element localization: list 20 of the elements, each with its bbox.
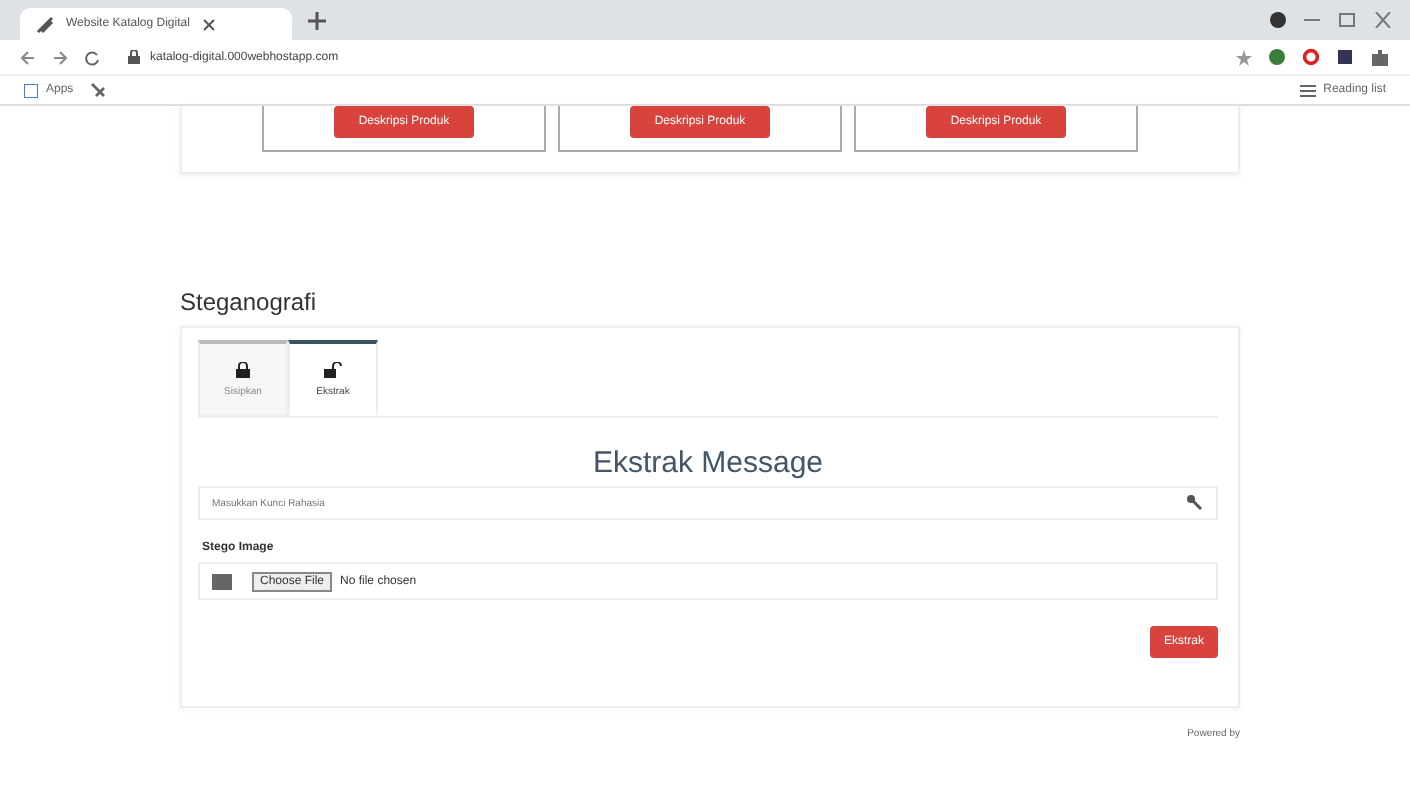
close-icon[interactable] bbox=[201, 17, 216, 31]
maximize-icon[interactable] bbox=[1338, 12, 1358, 28]
section-title: Steganografi bbox=[180, 288, 319, 316]
list-icon bbox=[1299, 83, 1316, 97]
back-icon[interactable] bbox=[20, 49, 36, 65]
star-icon[interactable] bbox=[1236, 49, 1252, 65]
page-icon bbox=[36, 15, 54, 33]
image-icon bbox=[212, 573, 232, 589]
key-icon bbox=[1186, 494, 1202, 510]
lock-icon bbox=[236, 361, 250, 377]
reload-icon[interactable] bbox=[84, 49, 100, 65]
lock-icon bbox=[128, 50, 140, 64]
forward-icon[interactable] bbox=[52, 49, 68, 65]
puzzle-icon[interactable] bbox=[1370, 47, 1390, 67]
unlock-icon bbox=[324, 361, 342, 377]
close-icon[interactable] bbox=[1374, 12, 1394, 28]
form-title: Ekstrak Message bbox=[590, 446, 826, 480]
new-tab-icon[interactable] bbox=[308, 11, 326, 29]
apps-icon bbox=[24, 83, 38, 97]
profile-icon[interactable] bbox=[1270, 12, 1286, 28]
